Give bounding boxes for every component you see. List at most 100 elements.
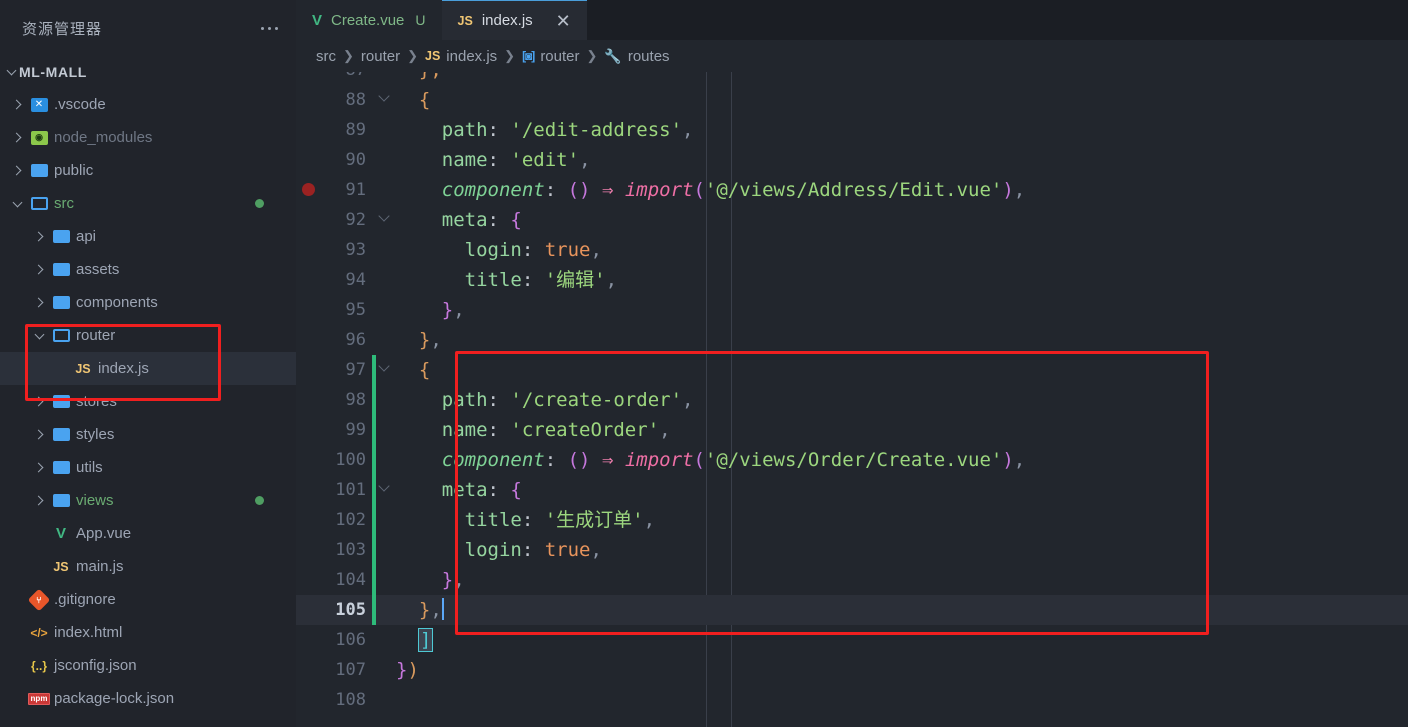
fold-chevron-down-icon[interactable] [378,480,392,492]
code-line[interactable]: 98 path: '/create-order', [296,385,1408,415]
code-line[interactable]: 94 title: '编辑', [296,265,1408,295]
sidebar-item-src[interactable]: src [0,187,296,220]
breadcrumb-item-router[interactable]: [◙] router [522,48,579,65]
npm-icon: npm [26,692,52,705]
sidebar-item-views[interactable]: views [0,484,296,517]
sidebar-item-public[interactable]: public [0,154,296,187]
code-line[interactable]: 104 }, [296,565,1408,595]
chevron-right-icon: ❯ [407,48,418,63]
code-token: ) [1002,179,1014,201]
git-change-indicator [372,415,376,445]
code-line[interactable]: 105 }, [296,595,1408,625]
code-editor[interactable]: 87 },88 {89 path: '/edit-address',90 nam… [296,72,1408,727]
code-line[interactable]: 92 meta: { [296,205,1408,235]
breadcrumb-item-index-js[interactable]: JS index.js [425,48,497,65]
sidebar-item-label: views [76,492,114,509]
sidebar-item-label: src [54,195,74,212]
breadcrumb-item-routes[interactable]: 🔧 routes [604,48,669,65]
fold-chevron-down-icon[interactable] [378,360,392,372]
sidebar-item-label: package-lock.json [54,690,175,707]
tab-index-js[interactable]: JS index.js ✕ [441,0,587,40]
editor-area: V Create.vue U JS index.js ✕ src ❯ router ❯ JS ind… [296,0,1408,727]
sidebar-item-styles[interactable]: styles [0,418,296,451]
close-icon[interactable]: ✕ [556,12,571,30]
git-change-indicator [372,445,376,475]
sidebar-item-app-vue[interactable]: V App.vue [0,517,296,550]
code-line[interactable]: 89 path: '/edit-address', [296,115,1408,145]
code-line[interactable]: 96 }, [296,325,1408,355]
sidebar-item-label: components [76,294,158,311]
sidebar-item-index-html[interactable]: </> index.html [0,616,296,649]
sidebar-item-router[interactable]: router [0,319,296,352]
sidebar-item-vscode[interactable]: ✕ .vscode [0,88,296,121]
folder-icon [48,428,74,441]
sidebar-item-utils[interactable]: utils [0,451,296,484]
code-line[interactable]: 103 login: true, [296,535,1408,565]
chevron-down-icon [8,197,26,207]
code-token: title [464,509,522,531]
code-token: '@/views/Address/Edit.vue' [704,179,1003,201]
code-token: '生成订单' [544,509,644,531]
code-line[interactable]: 101 meta: { [296,475,1408,505]
sidebar-item-stores[interactable]: stores [0,385,296,418]
folder-icon [48,263,74,276]
line-number: 100 [335,450,366,470]
sidebar-item-api[interactable]: api [0,220,296,253]
code-token: () [567,449,591,471]
code-line[interactable]: 108 [296,685,1408,715]
line-number: 104 [335,570,366,590]
code-line[interactable]: 95 }, [296,295,1408,325]
explorer-header: 资源管理器 [0,0,296,56]
sidebar-item-index-js[interactable]: JS index.js [0,352,296,385]
breadcrumb-item-src[interactable]: src [316,48,336,65]
breadcrumb-item-router[interactable]: router [361,48,400,65]
sidebar-item-components[interactable]: components [0,286,296,319]
code-line-text: }, [396,565,465,595]
sidebar-item-label: stores [76,393,117,410]
code-token: ) [1002,449,1014,471]
explorer-sidebar: 资源管理器 ML-MALL ✕ .vscode ◉ node_modules publi… [0,0,296,727]
code-line[interactable]: 91 component: () ⇒ import('@/views/Addre… [296,175,1408,205]
sidebar-item-assets[interactable]: assets [0,253,296,286]
code-line[interactable]: 87 }, [296,72,1408,85]
code-line[interactable]: 99 name: 'createOrder', [296,415,1408,445]
sidebar-item-jsconfig-json[interactable]: {..} jsconfig.json [0,649,296,682]
sidebar-item-gitignore[interactable]: ⑂ .gitignore [0,583,296,616]
fold-chevron-down-icon[interactable] [378,210,392,222]
code-token: 'edit' [510,149,580,171]
sidebar-item-label: index.html [54,624,123,641]
code-line[interactable]: 97 { [296,355,1408,385]
code-line-text: }, [396,72,442,85]
sidebar-item-node-modules[interactable]: ◉ node_modules [0,121,296,154]
code-line[interactable]: 102 title: '生成订单', [296,505,1408,535]
code-token: '编辑' [544,269,606,291]
code-line[interactable]: 88 { [296,85,1408,115]
sidebar-item-label: .vscode [54,96,106,113]
workspace-root-row[interactable]: ML-MALL [0,56,296,88]
code-line[interactable]: 106 ] [296,625,1408,655]
tab-create-vue[interactable]: V Create.vue U [296,0,442,40]
code-line[interactable]: 100 component: () ⇒ import('@/views/Orde… [296,445,1408,475]
chevron-down-icon [6,65,17,76]
vscode-window: 资源管理器 ML-MALL ✕ .vscode ◉ node_modules publi… [0,0,1408,727]
code-token: } [396,659,408,681]
explorer-title: 资源管理器 [22,20,103,38]
code-token: import [624,179,694,201]
sidebar-item-package-lock-json[interactable]: npm package-lock.json [0,682,296,715]
code-token: , [1013,179,1026,201]
code-line[interactable]: 93 login: true, [296,235,1408,265]
folder-icon [48,395,74,408]
ellipsis-icon[interactable] [257,21,282,36]
fold-chevron-down-icon[interactable] [378,90,392,102]
sidebar-item-main-js[interactable]: JS main.js [0,550,296,583]
sidebar-item-label: assets [76,261,120,278]
code-line[interactable]: 107}) [296,655,1408,685]
chevron-right-icon: ❯ [586,48,598,63]
code-token: } [418,329,431,351]
code-token: : [487,389,511,411]
code-line[interactable]: 90 name: 'edit', [296,145,1408,175]
code-line-text: name: 'createOrder', [396,415,671,445]
